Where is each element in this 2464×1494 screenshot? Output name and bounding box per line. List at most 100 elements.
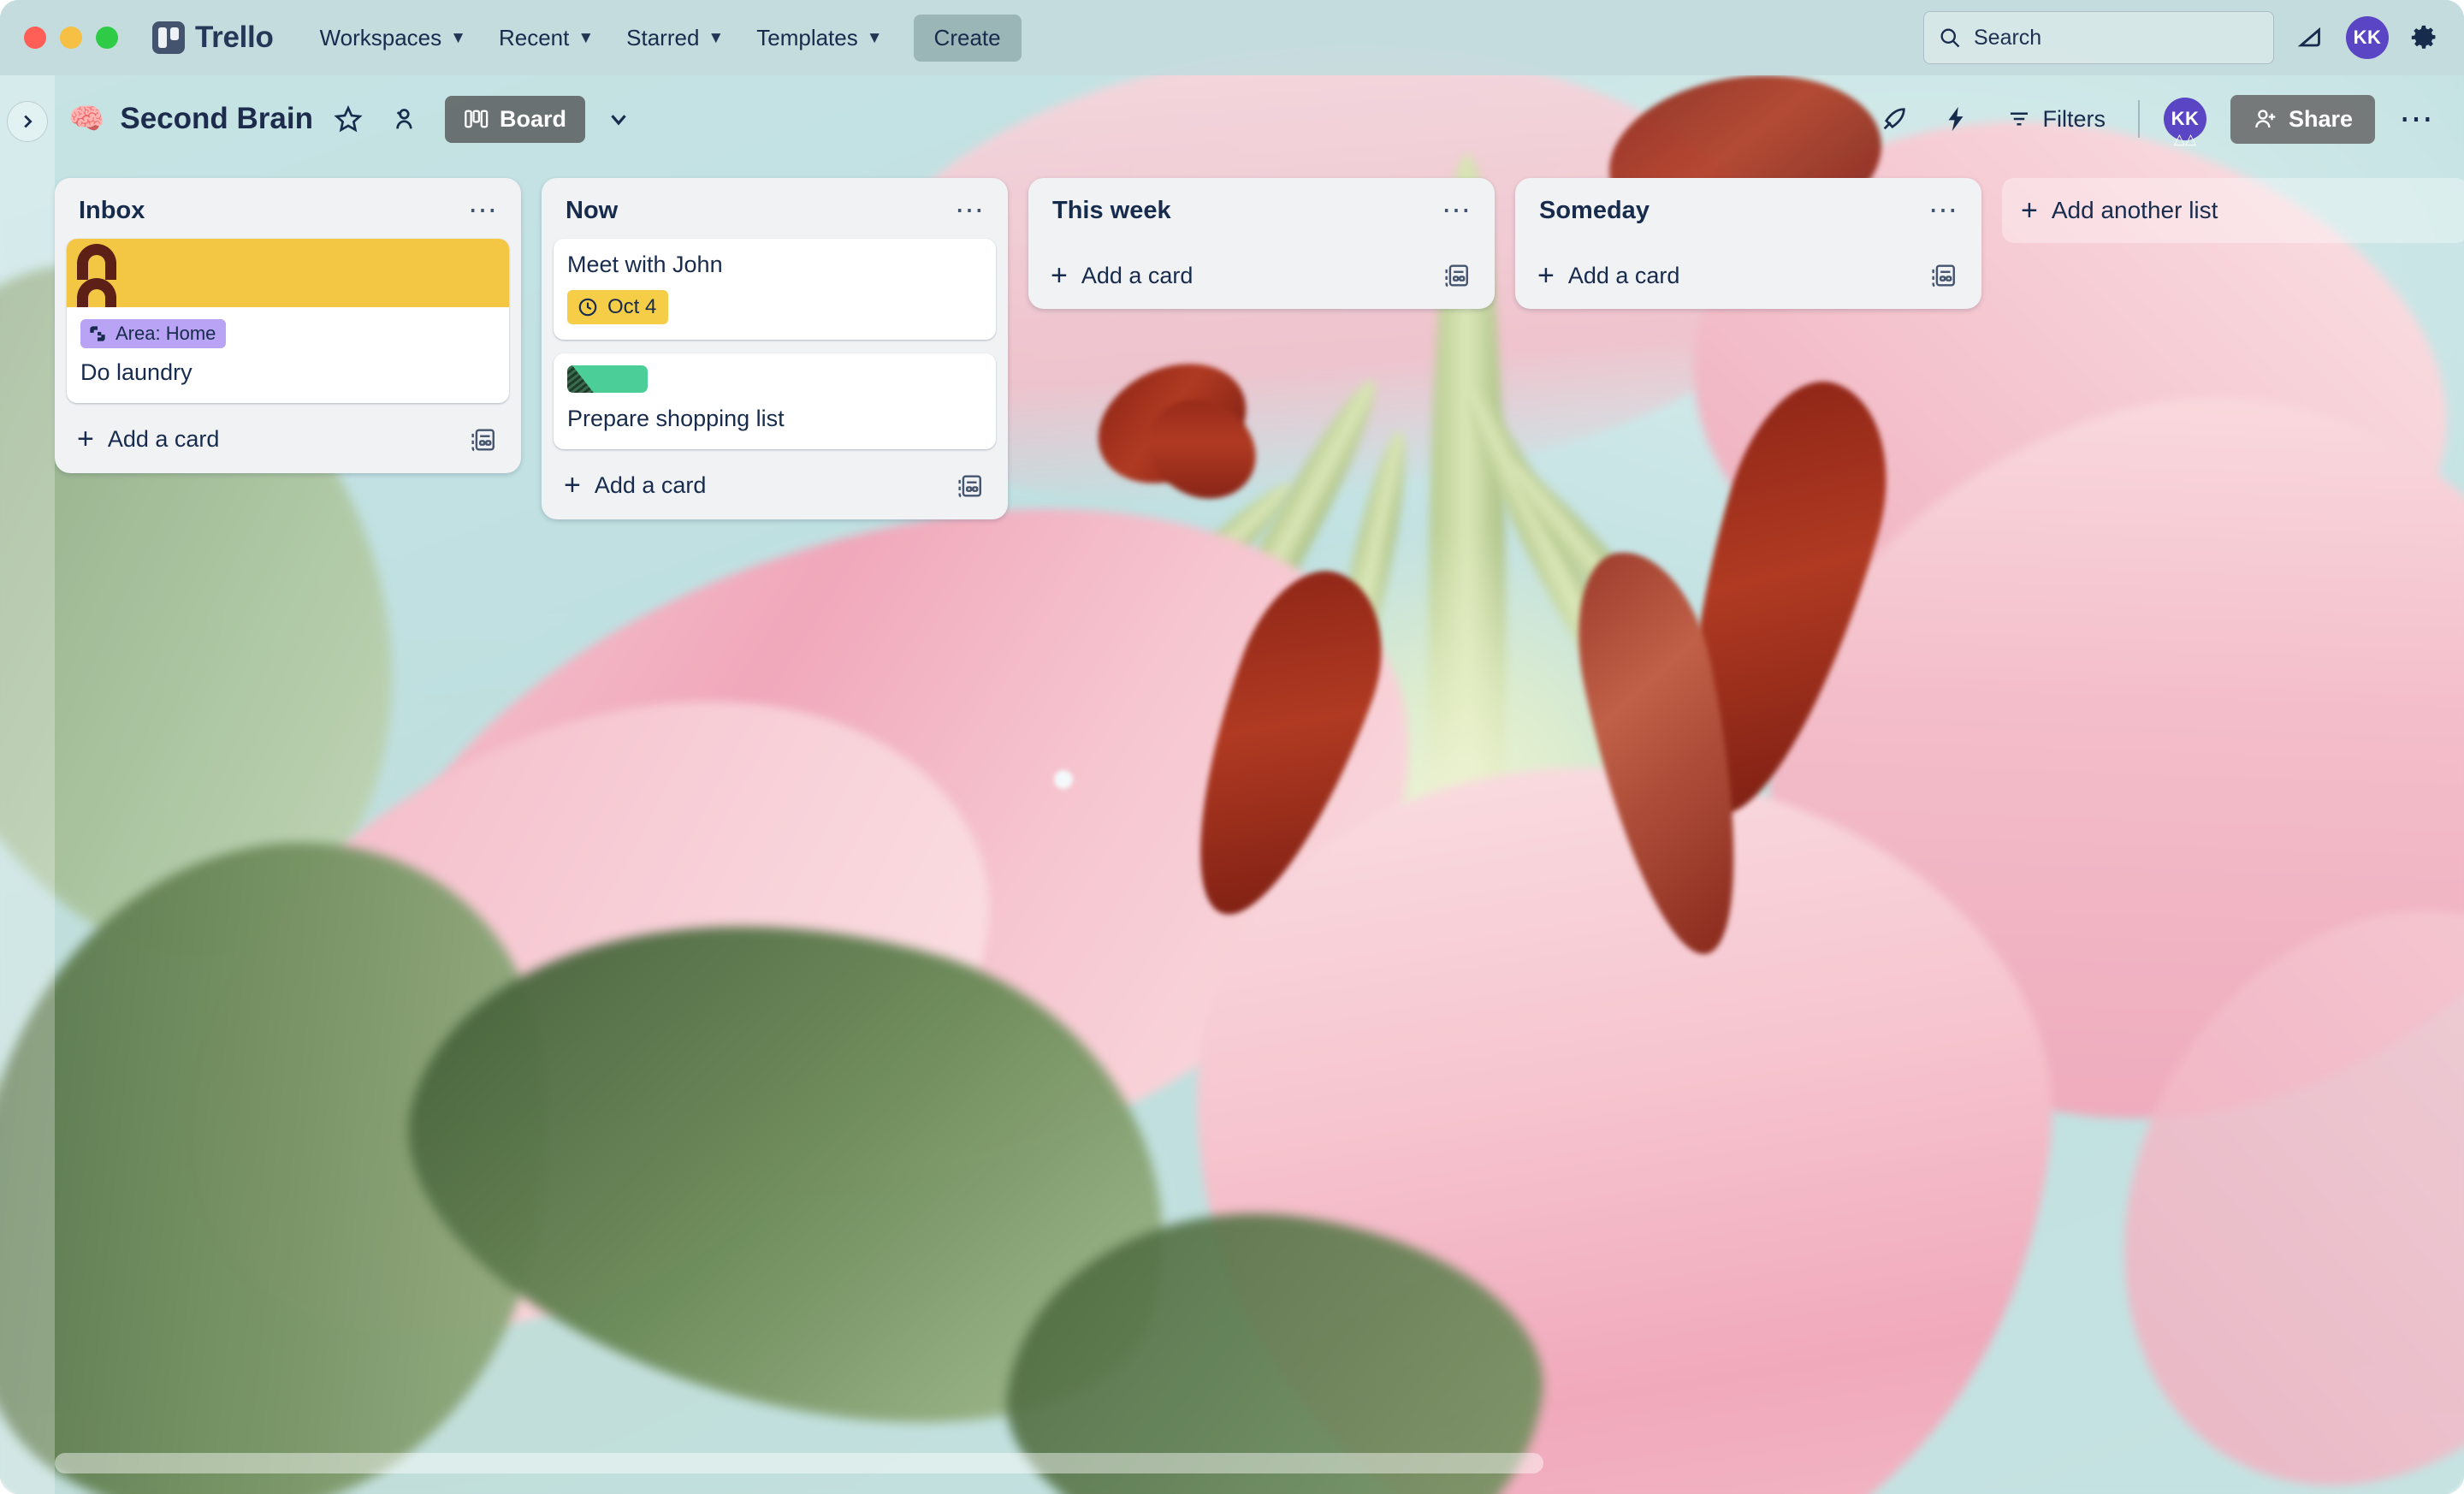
rocket-icon <box>1884 108 1906 130</box>
list-header: Now ⋯ <box>554 193 996 239</box>
filter-icon <box>2011 112 2029 126</box>
card-template-icon[interactable] <box>1928 261 1958 290</box>
top-navigation-bar: Trello Workspaces ▼ Recent ▼ Starred ▼ T… <box>0 0 2464 75</box>
add-another-list-button[interactable]: + Add another list <box>2002 178 2464 243</box>
chevron-down-icon <box>611 115 626 126</box>
view-switcher-label: Board <box>499 105 566 132</box>
nav-item-recent[interactable]: Recent ▼ <box>485 16 607 60</box>
card-label-green[interactable] <box>567 365 648 393</box>
star-icon <box>334 104 363 133</box>
card-template-icon[interactable] <box>955 471 984 501</box>
card-template-icon[interactable] <box>468 425 497 454</box>
list-actions-button[interactable]: ⋯ <box>1442 196 1472 226</box>
plus-icon: + <box>77 423 94 456</box>
board-upgrade-button[interactable] <box>1875 99 1914 139</box>
filters-label: Filters <box>2042 105 2106 132</box>
nav-item-templates-label: Templates <box>756 24 858 50</box>
add-card-row[interactable]: + Add a card <box>1527 246 1969 299</box>
chevron-right-icon <box>24 115 33 128</box>
add-card-label: Add a card <box>1567 262 1680 288</box>
create-button[interactable]: Create <box>913 14 1022 62</box>
list-actions-button[interactable]: ⋯ <box>1928 196 1959 226</box>
list-header: Inbox ⋯ <box>67 193 509 239</box>
card-powerup-label[interactable]: Area: Home <box>80 319 227 348</box>
collapsed-sidebar <box>0 75 55 1494</box>
plus-icon: + <box>2021 193 2038 227</box>
app-window: Trello Workspaces ▼ Recent ▼ Starred ▼ T… <box>0 0 2464 1494</box>
sidebar-expand-button[interactable] <box>7 101 48 142</box>
nav-item-workspaces[interactable]: Workspaces ▼ <box>306 16 480 60</box>
card-template-icon[interactable] <box>1442 261 1471 290</box>
board-lists-canvas: Inbox ⋯ Area: Home Do laundry + Add a ca… <box>55 178 2464 1436</box>
filters-button[interactable]: Filters <box>1998 99 2114 139</box>
list-cards: Area: Home Do laundry <box>67 239 509 403</box>
add-card-row[interactable]: + Add a card <box>554 456 996 509</box>
nav-item-recent-label: Recent <box>498 24 570 50</box>
person-add-icon <box>2255 110 2276 128</box>
list-title: Inbox <box>79 197 145 224</box>
board-visibility-button[interactable] <box>383 99 423 139</box>
nav-item-templates[interactable]: Templates ▼ <box>743 16 896 60</box>
header-divider <box>2137 100 2140 138</box>
list-title: Now <box>566 197 619 224</box>
board-member-initials: KK <box>2171 108 2200 129</box>
add-card-label: Add a card <box>594 472 707 498</box>
notifications-button[interactable] <box>2295 22 2325 53</box>
board-title: Second Brain <box>120 102 313 135</box>
add-card-row[interactable]: + Add a card <box>67 410 509 463</box>
search-icon <box>1940 28 1960 48</box>
board-member-avatar[interactable]: KK △△ <box>2163 98 2206 146</box>
scrollbar-thumb[interactable] <box>55 1453 1543 1473</box>
board-view-icon <box>465 110 489 128</box>
plus-icon: + <box>1537 258 1555 292</box>
account-avatar-initials: KK <box>2353 27 2382 48</box>
powerup-icon <box>90 326 105 341</box>
maximize-window-button[interactable] <box>96 27 118 49</box>
share-button[interactable]: Share <box>2230 94 2375 144</box>
card-do-laundry[interactable]: Area: Home Do laundry <box>67 239 509 403</box>
view-switcher-board-button[interactable]: Board <box>444 95 585 143</box>
nav-item-starred-label: Starred <box>626 24 700 50</box>
list-header: This week ⋯ <box>1040 193 1483 239</box>
card-due-date-badge[interactable]: Oct 4 <box>567 289 669 324</box>
list-title: This week <box>1052 197 1171 224</box>
lightning-bolt-icon <box>1948 106 1964 132</box>
list-inbox: Inbox ⋯ Area: Home Do laundry + Add a ca… <box>55 178 521 473</box>
view-switcher-dropdown-button[interactable] <box>601 101 637 137</box>
list-actions-button[interactable]: ⋯ <box>955 196 986 226</box>
minimize-window-button[interactable] <box>60 27 82 49</box>
card-cover-image <box>67 239 509 307</box>
search-input[interactable]: Search <box>1923 11 2274 64</box>
trello-wordmark: Trello <box>195 21 274 54</box>
list-now: Now ⋯ Meet with John Oct 4 Prepare shopp… <box>542 178 1008 519</box>
list-actions-button[interactable]: ⋯ <box>468 196 499 226</box>
list-this-week: This week ⋯ + Add a card <box>1028 178 1495 309</box>
chevron-down-icon: ▼ <box>708 28 725 47</box>
add-card-label: Add a card <box>1081 262 1194 288</box>
clock-icon <box>578 298 597 317</box>
share-label: Share <box>2288 105 2353 132</box>
automation-button[interactable] <box>1938 99 1974 139</box>
nav-item-starred[interactable]: Starred ▼ <box>613 16 737 60</box>
star-board-button[interactable] <box>329 99 368 139</box>
card-title: Meet with John <box>567 252 723 277</box>
card-title: Prepare shopping list <box>567 405 785 431</box>
close-window-button[interactable] <box>24 27 46 49</box>
account-avatar[interactable]: KK <box>2346 16 2389 59</box>
list-someday: Someday ⋯ + Add a card <box>1515 178 1981 309</box>
trello-home-link[interactable]: Trello <box>152 21 274 55</box>
gear-icon <box>2411 25 2436 49</box>
card-title: Do laundry <box>80 359 192 385</box>
board-horizontal-scrollbar[interactable] <box>55 1453 2443 1473</box>
card-prepare-shopping-list[interactable]: Prepare shopping list <box>554 353 996 449</box>
list-title: Someday <box>1539 197 1650 224</box>
board-emoji: 🧠 <box>68 103 105 135</box>
settings-button[interactable] <box>2409 23 2438 52</box>
add-card-row[interactable]: + Add a card <box>1040 246 1483 299</box>
add-card-label: Add a card <box>107 426 220 453</box>
card-meet-with-john[interactable]: Meet with John Oct 4 <box>554 239 996 340</box>
board-menu-button[interactable]: ⋯ <box>2399 102 2435 136</box>
chevron-down-icon: ▼ <box>578 28 595 47</box>
bell-icon <box>2297 27 2320 47</box>
workspace-visible-icon <box>396 109 412 129</box>
